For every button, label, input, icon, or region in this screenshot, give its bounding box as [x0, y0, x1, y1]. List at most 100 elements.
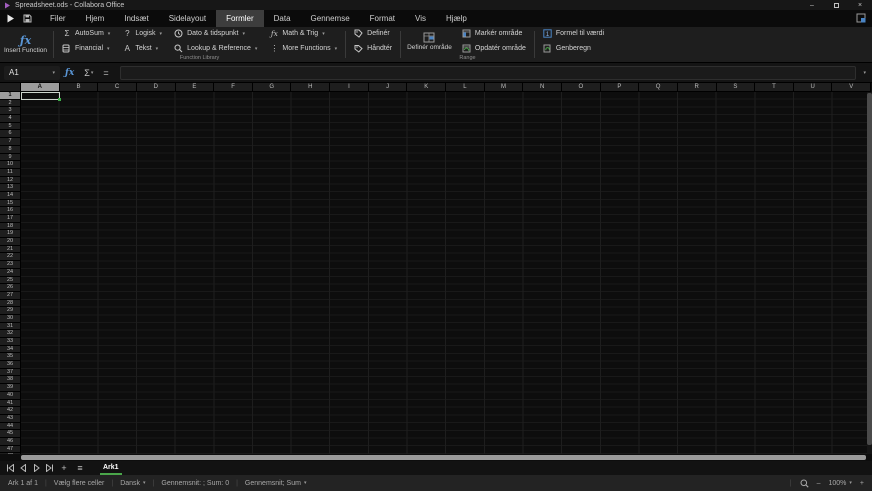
row-header-11[interactable]: 11 — [0, 168, 21, 177]
horizontal-scrollbar-thumb[interactable] — [21, 455, 866, 460]
row-header-30[interactable]: 30 — [0, 314, 21, 323]
date-time-button[interactable]: Dato & tidspunkt ▾ — [168, 27, 263, 40]
column-header-B[interactable]: B — [59, 83, 99, 92]
row-header-9[interactable]: 9 — [0, 153, 21, 162]
row-header-1[interactable]: 1 — [0, 92, 21, 100]
column-header-L[interactable]: L — [446, 83, 485, 92]
logical-button[interactable]: ? Logisk ▾ — [116, 27, 168, 40]
row-header-14[interactable]: 14 — [0, 191, 21, 200]
column-header-O[interactable]: O — [561, 83, 601, 92]
selection-mode-status[interactable]: Vælg flere celler — [54, 480, 105, 487]
row-header-32[interactable]: 32 — [0, 330, 21, 338]
last-sheet-icon[interactable] — [43, 461, 56, 475]
column-header-P[interactable]: P — [600, 83, 640, 92]
cells-area[interactable] — [21, 92, 872, 454]
row-header-17[interactable]: 17 — [0, 215, 21, 223]
vertical-scrollbar-thumb[interactable] — [867, 93, 872, 445]
manage-names-button[interactable]: Håndtér — [348, 42, 398, 55]
save-icon[interactable] — [23, 14, 32, 23]
column-header-M[interactable]: M — [484, 83, 524, 92]
fill-handle[interactable] — [57, 97, 61, 101]
menu-item-indsæt[interactable]: Indsæt — [114, 10, 158, 27]
horizontal-scrollbar[interactable] — [0, 454, 872, 461]
column-header-F[interactable]: F — [214, 83, 253, 92]
row-header-36[interactable]: 36 — [0, 361, 21, 369]
zoom-icon[interactable] — [800, 479, 809, 488]
menu-item-hjælp[interactable]: Hjælp — [436, 10, 477, 27]
row-header-31[interactable]: 31 — [0, 322, 21, 331]
row-header-43[interactable]: 43 — [0, 414, 21, 423]
autosum-button[interactable]: Σ AutoSum ▾ — [56, 27, 116, 40]
row-header-3[interactable]: 3 — [0, 107, 21, 116]
zoom-level-selector[interactable]: 100% ▾ — [828, 480, 851, 487]
row-header-33[interactable]: 33 — [0, 338, 21, 346]
column-header-U[interactable]: U — [793, 83, 833, 92]
column-header-J[interactable]: J — [368, 83, 408, 92]
row-header-2[interactable]: 2 — [0, 99, 21, 108]
row-header-29[interactable]: 29 — [0, 307, 21, 315]
define-range-button[interactable]: Definér område — [403, 27, 456, 55]
first-sheet-icon[interactable] — [4, 461, 17, 475]
row-header-24[interactable]: 24 — [0, 268, 21, 277]
function-wizard-icon[interactable]: ƒx — [60, 68, 79, 78]
menu-item-data[interactable]: Data — [264, 10, 301, 27]
row-header-46[interactable]: 46 — [0, 437, 21, 446]
column-header-G[interactable]: G — [252, 83, 292, 92]
column-header-D[interactable]: D — [136, 83, 176, 92]
row-header-4[interactable]: 4 — [0, 115, 21, 123]
row-header-8[interactable]: 8 — [0, 145, 21, 154]
more-functions-button[interactable]: ⋮ More Functions ▾ — [263, 42, 343, 55]
menu-item-vis[interactable]: Vis — [405, 10, 436, 27]
row-header-47[interactable]: 47 — [0, 445, 21, 454]
recalculate-button[interactable]: Genberegn — [537, 42, 610, 55]
update-range-button[interactable]: Opdatér område — [456, 42, 532, 55]
row-header-45[interactable]: 45 — [0, 430, 21, 438]
app-menu-icon[interactable] — [6, 14, 15, 23]
select-all-corner[interactable] — [0, 83, 21, 92]
zoom-out-button[interactable]: – — [817, 480, 821, 487]
row-header-18[interactable]: 18 — [0, 222, 21, 231]
menu-item-hjem[interactable]: Hjem — [76, 10, 115, 27]
row-header-7[interactable]: 7 — [0, 138, 21, 146]
name-box[interactable]: A1 ▾ — [4, 65, 60, 80]
math-trig-button[interactable]: ƒx Math & Trig ▾ — [263, 27, 343, 40]
row-header-25[interactable]: 25 — [0, 276, 21, 285]
row-header-10[interactable]: 10 — [0, 161, 21, 169]
row-header-39[interactable]: 39 — [0, 384, 21, 392]
row-header-16[interactable]: 16 — [0, 207, 21, 215]
formula-input[interactable] — [119, 65, 857, 80]
row-header-26[interactable]: 26 — [0, 284, 21, 292]
row-header-41[interactable]: 41 — [0, 399, 21, 408]
row-header-37[interactable]: 37 — [0, 368, 21, 377]
autosum-icon[interactable]: Σ ▾ — [79, 68, 98, 78]
row-header-38[interactable]: 38 — [0, 376, 21, 385]
vertical-scrollbar[interactable] — [867, 92, 872, 454]
column-header-A[interactable]: A — [21, 83, 60, 92]
formula-to-value-button[interactable]: 1 Formel til værdi — [537, 27, 610, 40]
minimize-button[interactable]: – — [800, 0, 824, 10]
row-header-22[interactable]: 22 — [0, 253, 21, 262]
sheet-menu-icon[interactable]: ≡ — [72, 461, 88, 475]
column-header-E[interactable]: E — [175, 83, 215, 92]
sheet-tab-ark1[interactable]: Ark1 — [100, 461, 122, 475]
menu-item-formler[interactable]: Formler — [216, 10, 264, 27]
row-header-27[interactable]: 27 — [0, 291, 21, 300]
next-sheet-icon[interactable] — [30, 461, 43, 475]
row-header-44[interactable]: 44 — [0, 422, 21, 431]
financial-button[interactable]: Financial ▾ — [56, 42, 116, 55]
collapse-ribbon-icon[interactable] — [856, 13, 867, 24]
row-header-19[interactable]: 19 — [0, 230, 21, 239]
column-header-Q[interactable]: Q — [639, 83, 678, 92]
row-header-20[interactable]: 20 — [0, 238, 21, 246]
language-selector[interactable]: Dansk ▾ — [120, 480, 145, 487]
column-header-I[interactable]: I — [330, 83, 369, 92]
column-header-R[interactable]: R — [677, 83, 717, 92]
menu-item-filer[interactable]: Filer — [40, 10, 76, 27]
column-header-V[interactable]: V — [832, 83, 872, 92]
row-header-12[interactable]: 12 — [0, 176, 21, 185]
column-header-N[interactable]: N — [523, 83, 562, 92]
insert-function-button[interactable]: ƒx Insert Function — [0, 27, 51, 62]
text-button[interactable]: A Tekst ▾ — [116, 42, 168, 55]
row-header-23[interactable]: 23 — [0, 261, 21, 269]
row-header-5[interactable]: 5 — [0, 122, 21, 131]
